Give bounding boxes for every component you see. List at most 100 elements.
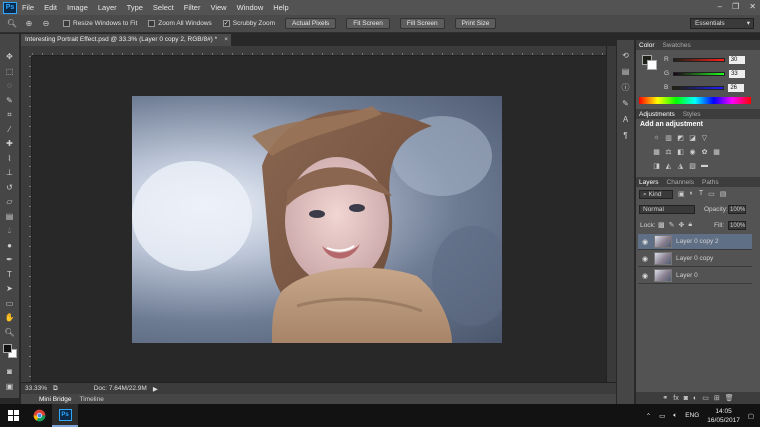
close-button[interactable]: ✕ xyxy=(749,2,756,11)
zoom-level[interactable]: 33.33% xyxy=(25,385,47,392)
fill-input[interactable]: 100% xyxy=(728,221,746,230)
black-white-icon[interactable]: ◧ xyxy=(676,147,685,156)
layer-row-1[interactable]: ◉ Layer 0 copy xyxy=(638,251,752,267)
green-slider[interactable] xyxy=(673,71,726,76)
minimize-button[interactable]: – xyxy=(718,2,722,11)
trash-icon[interactable]: 🗑︎ xyxy=(725,394,734,402)
character-icon[interactable]: A xyxy=(620,114,632,125)
color-swatches[interactable] xyxy=(2,344,17,358)
visibility-eye-icon[interactable]: ◉ xyxy=(638,272,652,280)
red-value[interactable]: 30 xyxy=(728,55,745,64)
layer-name[interactable]: Layer 0 xyxy=(676,272,698,279)
photoshop-taskbar-button[interactable]: Ps xyxy=(52,404,78,427)
menu-layer[interactable]: Layer xyxy=(98,3,117,12)
type-tool-icon[interactable]: T xyxy=(3,268,17,282)
kind-filter[interactable]: ⌕ Kind xyxy=(639,190,673,199)
blue-slider[interactable] xyxy=(672,85,725,90)
gradient-tool-icon[interactable]: ▤ xyxy=(3,210,17,224)
paragraph-icon[interactable]: ¶ xyxy=(620,130,632,141)
new-layer-icon[interactable]: ⊞ xyxy=(714,394,720,402)
vibrance-icon[interactable]: ▽ xyxy=(700,133,709,142)
menu-view[interactable]: View xyxy=(210,3,226,12)
link-icon[interactable]: ⚭ xyxy=(662,394,668,402)
type-filter-icon[interactable]: T xyxy=(699,190,703,198)
hue-saturation-icon[interactable]: ▦ xyxy=(652,147,661,156)
dodge-tool-icon[interactable]: ● xyxy=(3,239,17,253)
clone-stamp-tool-icon[interactable]: ⊥ xyxy=(3,166,17,180)
visibility-eye-icon[interactable]: ◉ xyxy=(638,238,652,246)
lock-all-icon[interactable]: 🔒︎ xyxy=(688,221,692,229)
resize-windows-checkbox[interactable]: Resize Windows to Fit xyxy=(63,20,137,27)
foreground-color-swatch[interactable] xyxy=(2,344,12,353)
clock[interactable]: 14:05 16/05/2017 xyxy=(707,407,740,425)
workspace-select[interactable]: Essentials ▾ xyxy=(690,18,754,29)
zoom-all-windows-checkbox[interactable]: Zoom All Windows xyxy=(148,20,212,27)
horizontal-ruler[interactable] xyxy=(32,46,606,56)
tab-layers[interactable]: Layers xyxy=(639,179,659,186)
menu-window[interactable]: Window xyxy=(237,3,264,12)
pixel-filter-icon[interactable]: ▣ xyxy=(678,190,685,198)
zoom-out-icon[interactable]: ⊖ xyxy=(40,18,52,30)
color-balance-icon[interactable]: ⚖ xyxy=(664,147,673,156)
levels-icon[interactable]: ▥ xyxy=(664,133,673,142)
portrait-photo[interactable] xyxy=(132,96,502,343)
invert-icon[interactable]: ◨ xyxy=(652,161,661,170)
close-icon[interactable]: × xyxy=(224,36,228,43)
visibility-eye-icon[interactable]: ◉ xyxy=(638,255,652,263)
maximize-button[interactable]: ❐ xyxy=(732,2,739,11)
marquee-tool-icon[interactable]: ⬚ xyxy=(3,65,17,79)
layer-row-2[interactable]: ◉ Layer 0 xyxy=(638,268,752,284)
smart-object-filter-icon[interactable]: ▤ xyxy=(720,190,727,198)
menu-file[interactable]: File xyxy=(22,3,34,12)
green-value[interactable]: 33 xyxy=(729,69,746,78)
exposure-icon[interactable]: ◪ xyxy=(688,133,697,142)
menu-image[interactable]: Image xyxy=(67,3,88,12)
panel-bg-swatch[interactable] xyxy=(647,60,657,70)
eyedropper-tool-icon[interactable]: ⁄ xyxy=(3,123,17,137)
pen-tool-icon[interactable]: ✒ xyxy=(3,253,17,267)
shape-filter-icon[interactable]: ▭ xyxy=(708,190,715,198)
vertical-ruler[interactable] xyxy=(21,56,32,382)
menu-edit[interactable]: Edit xyxy=(44,3,57,12)
properties-icon[interactable]: ▤ xyxy=(620,66,632,77)
brush-icon[interactable]: ✎ xyxy=(620,98,632,109)
move-tool-icon[interactable]: ✥ xyxy=(3,50,17,64)
tab-paths[interactable]: Paths xyxy=(702,179,719,186)
notification-icon[interactable]: ▢ xyxy=(748,412,754,420)
threshold-icon[interactable]: ◮ xyxy=(676,161,685,170)
scrubby-zoom-checkbox[interactable]: ✓ Scrubby Zoom xyxy=(222,20,275,27)
quick-select-tool-icon[interactable]: ✎ xyxy=(3,94,17,108)
tab-timeline[interactable]: Timeline xyxy=(80,396,104,403)
language-indicator[interactable]: ENG xyxy=(685,412,699,419)
layer-row-0[interactable]: ◉ Layer 0 copy 2 xyxy=(638,234,752,250)
blend-mode-select[interactable]: Normal xyxy=(639,205,695,214)
path-selection-tool-icon[interactable]: ➤ xyxy=(3,282,17,296)
rectangle-tool-icon[interactable]: ▭ xyxy=(3,297,17,311)
blur-tool-icon[interactable]: 💧︎ xyxy=(3,224,17,238)
quick-mask-icon[interactable]: ◙ xyxy=(3,365,17,379)
menu-help[interactable]: Help xyxy=(273,3,288,12)
photo-filter-icon[interactable]: ◉ xyxy=(688,147,697,156)
gradient-map-icon[interactable]: ▬ xyxy=(700,161,709,170)
color-spectrum[interactable] xyxy=(639,97,751,104)
history-icon[interactable]: ⟲ xyxy=(620,50,632,61)
opacity-input[interactable]: 100% xyxy=(728,205,746,214)
lasso-tool-icon[interactable]: ◌ xyxy=(3,79,17,93)
menu-filter[interactable]: Filter xyxy=(184,3,201,12)
mask-icon[interactable]: ◙ xyxy=(684,395,688,402)
hand-tool-icon[interactable]: ✋ xyxy=(3,311,17,325)
history-brush-tool-icon[interactable]: ↺ xyxy=(3,181,17,195)
vertical-scrollbar[interactable] xyxy=(606,46,616,382)
actual-pixels-button[interactable]: Actual Pixels xyxy=(285,18,337,29)
fx-icon[interactable]: fx xyxy=(673,395,678,402)
channel-mixer-icon[interactable]: ✿ xyxy=(700,147,709,156)
lock-image-icon[interactable]: ✎ xyxy=(669,221,675,229)
curves-icon[interactable]: ◩ xyxy=(676,133,685,142)
selective-color-icon[interactable]: ▧ xyxy=(688,161,697,170)
chevron-up-icon[interactable]: ⌃ xyxy=(646,412,651,420)
blue-value[interactable]: 26 xyxy=(728,83,745,92)
zoom-tool-icon[interactable]: 🔍︎ xyxy=(6,18,18,30)
print-size-button[interactable]: Print Size xyxy=(454,18,497,29)
tab-channels[interactable]: Channels xyxy=(667,179,694,186)
crop-tool-icon[interactable]: ⌗ xyxy=(3,108,17,122)
